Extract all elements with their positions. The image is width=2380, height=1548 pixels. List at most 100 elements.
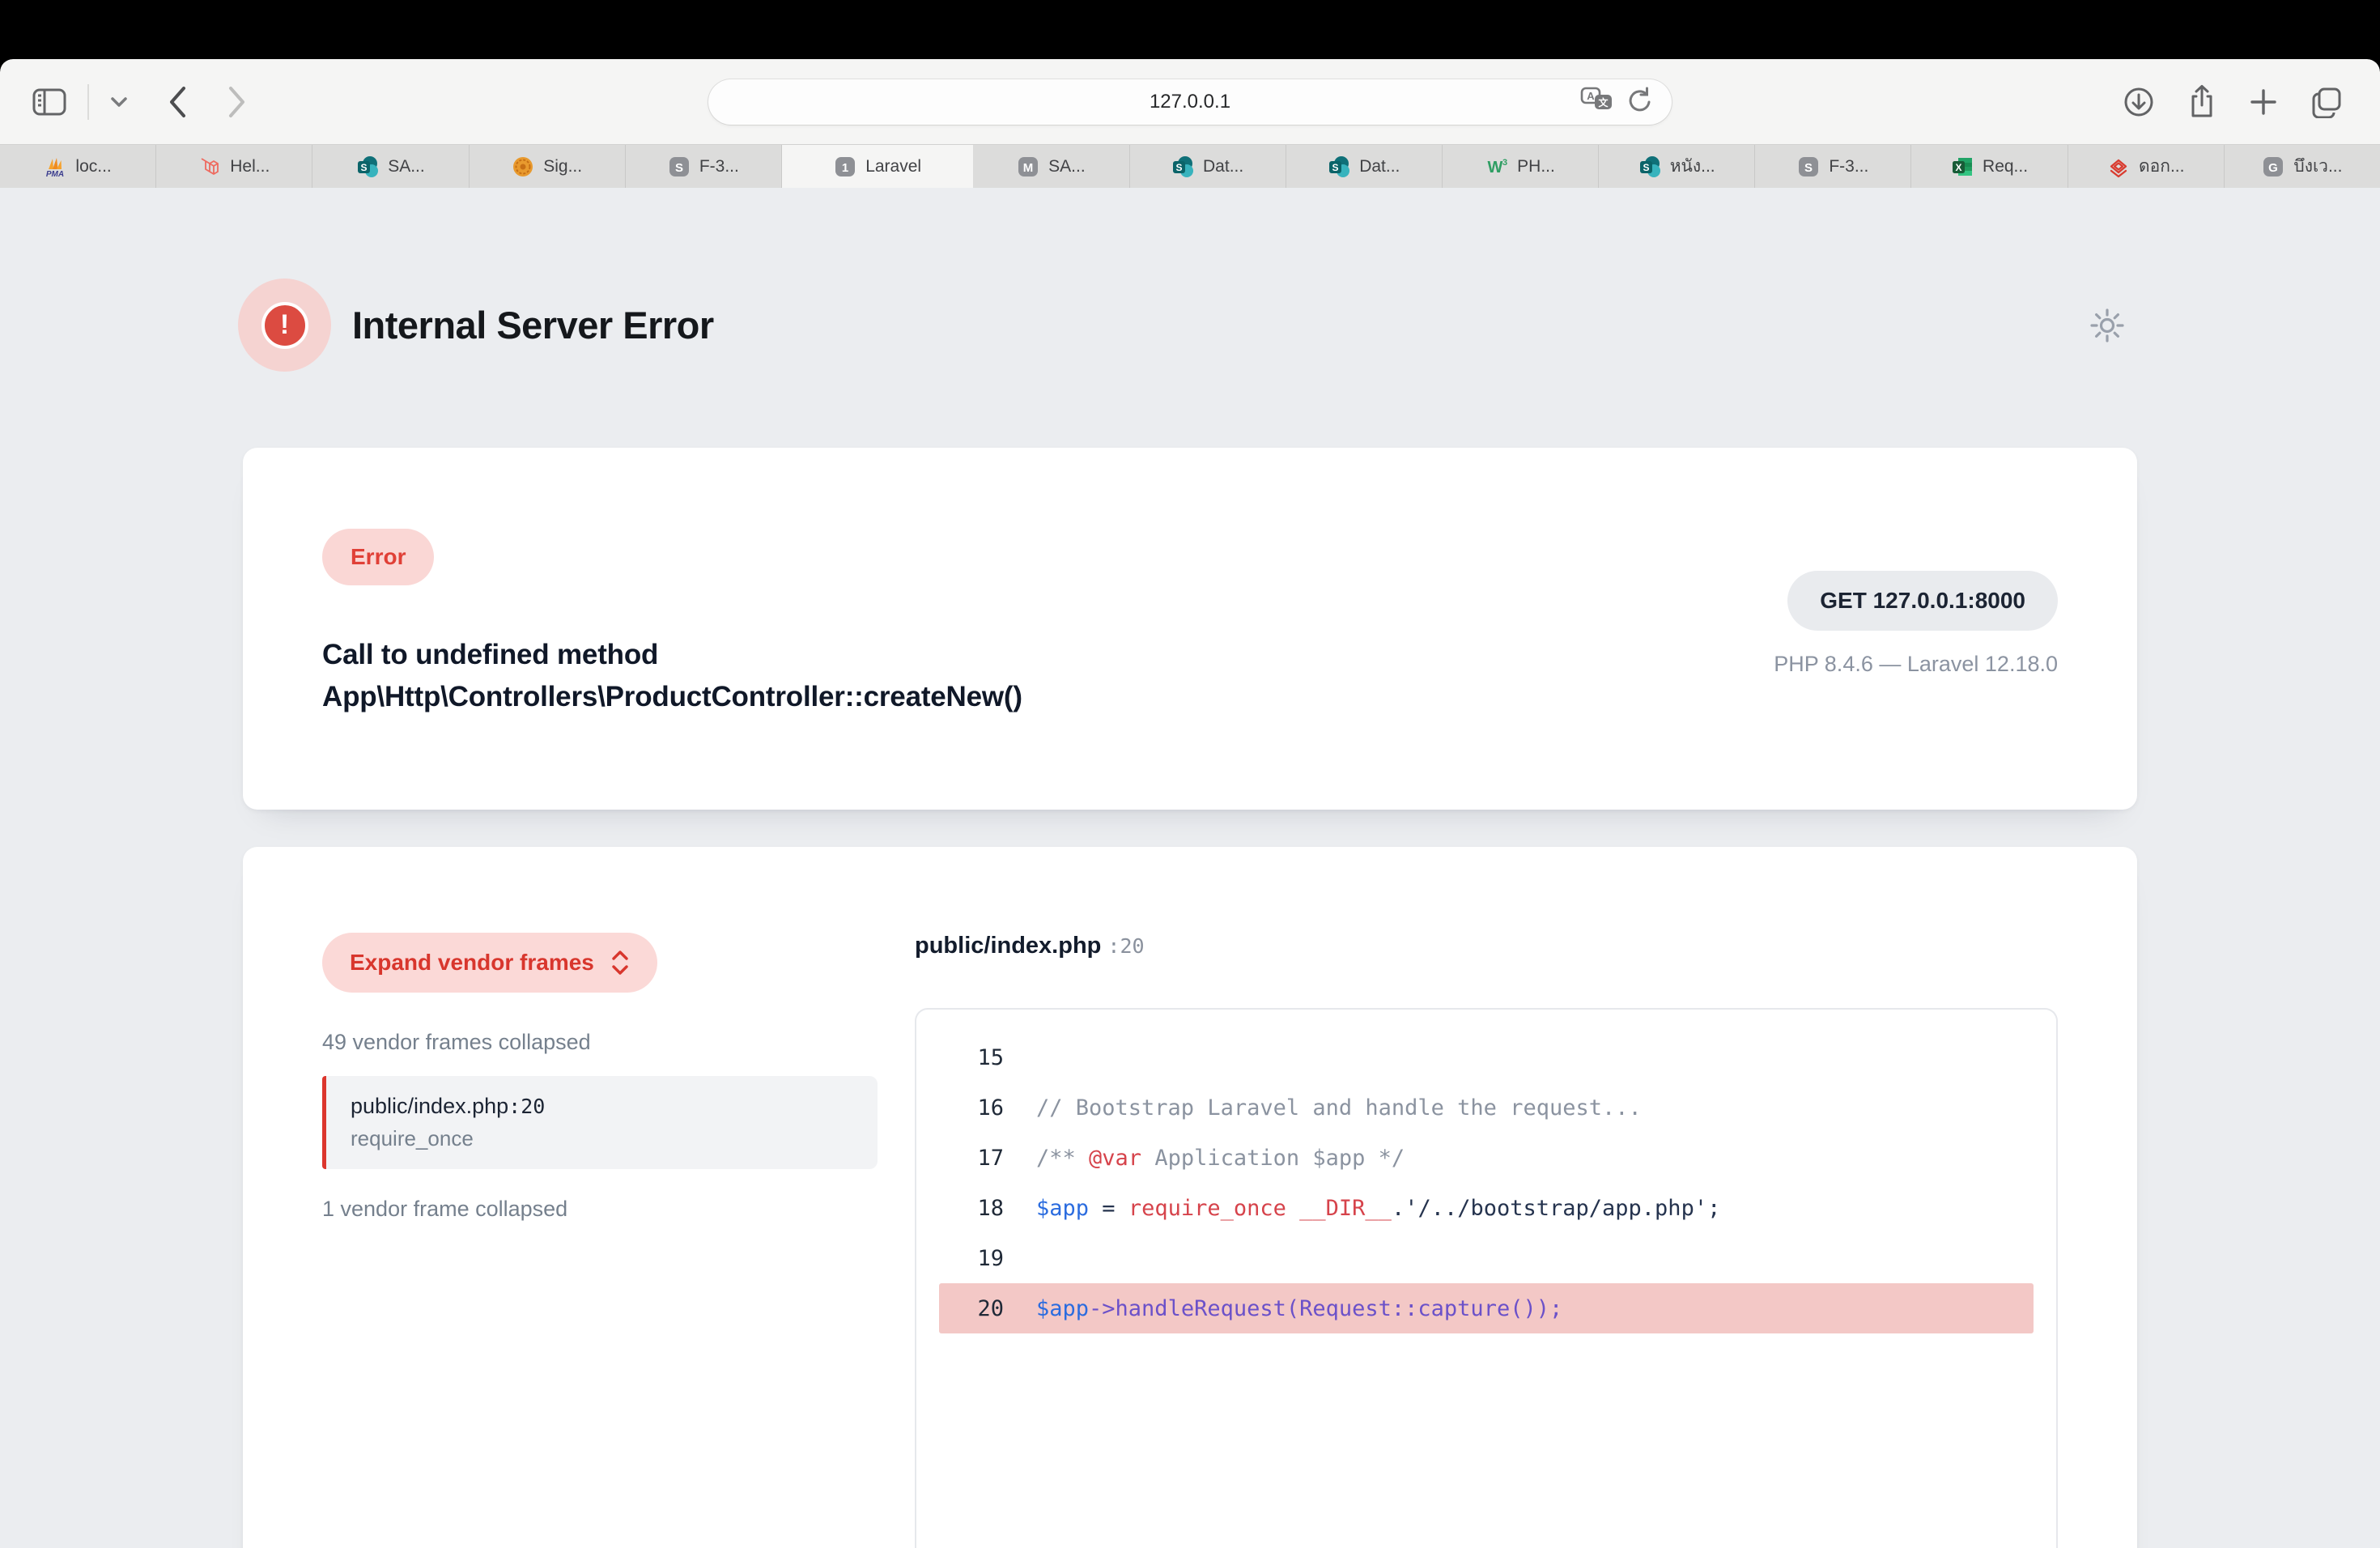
tab-1[interactable]: PMA loc... <box>0 145 156 188</box>
exception-message-line1: Call to undefined method <box>322 634 1022 676</box>
gray-s-icon: S <box>668 155 691 178</box>
code-line-19: 19 <box>939 1233 2034 1283</box>
tab-4[interactable]: Sig... <box>470 145 626 188</box>
code-panel: public/index.php:20 15 16// Bootstrap Lar… <box>915 933 2058 1548</box>
sidebar-chevron-down-icon[interactable] <box>110 96 128 108</box>
forward-button[interactable] <box>227 85 248 119</box>
frame-file: public/index.php:20 <box>351 1094 853 1119</box>
tab-label: Sig... <box>543 157 582 176</box>
tab-11[interactable]: S หนัง... <box>1599 145 1755 188</box>
tab-label: Req... <box>1983 157 2028 176</box>
svg-text:M: M <box>1023 161 1034 175</box>
tab-label: PH... <box>1517 157 1555 176</box>
share-button[interactable] <box>2187 84 2216 120</box>
red-chevrons-icon <box>2107 155 2130 178</box>
svg-text:X: X <box>1956 161 1962 172</box>
laravel-icon <box>198 155 221 178</box>
code-line-18: 18$app = require_once __DIR__.'/../boots… <box>939 1183 2034 1233</box>
svg-text:S: S <box>1332 161 1339 172</box>
tab-label: หนัง... <box>1670 153 1715 180</box>
tab-label: SA... <box>388 157 425 176</box>
line-number: 19 <box>939 1246 1004 1271</box>
expand-chevrons-icon <box>610 949 630 976</box>
back-button[interactable] <box>167 85 188 119</box>
excel-icon: X <box>1951 155 1974 178</box>
line-number: 20 <box>939 1296 1004 1321</box>
tab-label: Dat... <box>1203 157 1243 176</box>
tab-label: SA... <box>1048 157 1086 176</box>
tab-2[interactable]: Hel... <box>156 145 312 188</box>
tab-label: Laravel <box>865 157 921 176</box>
request-info: GET 127.0.0.1:8000 PHP 8.4.6 — Laravel 1… <box>1774 571 2058 732</box>
code-line-17: 17/** @var Application $app */ <box>939 1133 2034 1183</box>
sharepoint-icon: S <box>1638 155 1661 178</box>
tab-12[interactable]: S F-3... <box>1755 145 1911 188</box>
error-type-badge: Error <box>322 529 434 585</box>
exception-card: Error Call to undefined method App\Http\… <box>243 448 2137 810</box>
code-file-header: public/index.php:20 <box>915 933 2058 959</box>
svg-text:文: 文 <box>1598 96 1609 108</box>
svg-text:A: A <box>1587 90 1595 102</box>
toolbar-divider <box>87 84 89 120</box>
tab-8[interactable]: S Dat... <box>1130 145 1286 188</box>
tab-label: ดอก... <box>2139 153 2184 180</box>
tab-14[interactable]: ดอก... <box>2068 145 2225 188</box>
tab-label: Dat... <box>1359 157 1400 176</box>
page-content: ! Internal Server Error Error Call to un… <box>0 188 2380 1548</box>
tab-bar: PMA loc... Hel... S SA... Sig... S F-3... 1 Larav… <box>0 144 2380 188</box>
phpmyadmin-icon: PMA <box>44 155 66 178</box>
stack-frame-item[interactable]: public/index.php:20 require_once <box>322 1076 878 1169</box>
code-line-15: 15 <box>939 1032 2034 1082</box>
tab-3[interactable]: S SA... <box>312 145 469 188</box>
error-status-icon: ! <box>238 279 331 372</box>
tab-5[interactable]: SF-3... <box>626 145 782 188</box>
exception-card-left: Error Call to undefined method App\Http\… <box>322 529 1022 732</box>
exception-message: Call to undefined method App\Http\Contro… <box>322 634 1022 718</box>
new-tab-button[interactable] <box>2249 87 2278 117</box>
code-line-16: 16// Bootstrap Laravel and handle the re… <box>939 1082 2034 1133</box>
address-bar[interactable]: 127.0.0.1 A 文 <box>708 79 1672 125</box>
sharepoint-icon: S <box>1328 155 1350 178</box>
tab-10[interactable]: W3 PH... <box>1443 145 1599 188</box>
svg-text:G: G <box>2269 161 2279 175</box>
reload-icon[interactable] <box>1626 86 1654 119</box>
svg-text:W: W <box>1488 159 1503 176</box>
code-snippet: 15 16// Bootstrap Laravel and handle the … <box>915 1008 2058 1548</box>
tab-9[interactable]: S Dat... <box>1286 145 1443 188</box>
page-header: ! Internal Server Error <box>243 279 2137 372</box>
line-number: 16 <box>939 1095 1004 1121</box>
tab-label: Hel... <box>230 157 270 176</box>
line-number: 15 <box>939 1045 1004 1070</box>
theme-toggle-sun-icon[interactable] <box>2089 307 2126 344</box>
svg-text:3: 3 <box>1502 158 1507 168</box>
translate-icon[interactable]: A 文 <box>1579 86 1615 119</box>
tab-label: loc... <box>75 157 111 176</box>
vendor-frames-collapsed-bottom: 1 vendor frame collapsed <box>322 1197 878 1222</box>
frame-function: require_once <box>351 1126 853 1151</box>
tab-15[interactable]: G บึงเว... <box>2225 145 2380 188</box>
version-info: PHP 8.4.6 — Laravel 12.18.0 <box>1774 652 2058 677</box>
svg-text:S: S <box>1176 161 1183 172</box>
sidebar-toggle-icon[interactable] <box>32 88 66 116</box>
tab-overview-button[interactable] <box>2310 86 2343 118</box>
gray-m-icon: M <box>1017 155 1039 178</box>
gray-1-icon: 1 <box>834 155 856 178</box>
screen-top-bar <box>0 0 2380 59</box>
trace-sidebar: Expand vendor frames 49 vendor frames co… <box>322 933 878 1548</box>
svg-text:S: S <box>1804 161 1813 175</box>
downloads-button[interactable] <box>2123 86 2155 118</box>
tab-13[interactable]: X Req... <box>1911 145 2068 188</box>
svg-text:S: S <box>1643 161 1649 172</box>
tab-label: บึงเว... <box>2293 153 2342 180</box>
gray-s-icon: S <box>1797 155 1820 178</box>
sharepoint-icon: S <box>1171 155 1194 178</box>
code-file-name: public/index.php <box>915 933 1101 959</box>
tab-6-active[interactable]: 1 Laravel <box>782 145 973 188</box>
tab-label: F-3... <box>1829 157 1868 176</box>
sharepoint-icon: S <box>356 155 379 178</box>
stack-trace-card: Expand vendor frames 49 vendor frames co… <box>243 847 2137 1548</box>
page-title: Internal Server Error <box>352 303 714 347</box>
tab-7[interactable]: M SA... <box>973 145 1129 188</box>
expand-vendor-frames-button[interactable]: Expand vendor frames <box>322 933 657 993</box>
w3schools-icon: W3 <box>1485 155 1508 178</box>
